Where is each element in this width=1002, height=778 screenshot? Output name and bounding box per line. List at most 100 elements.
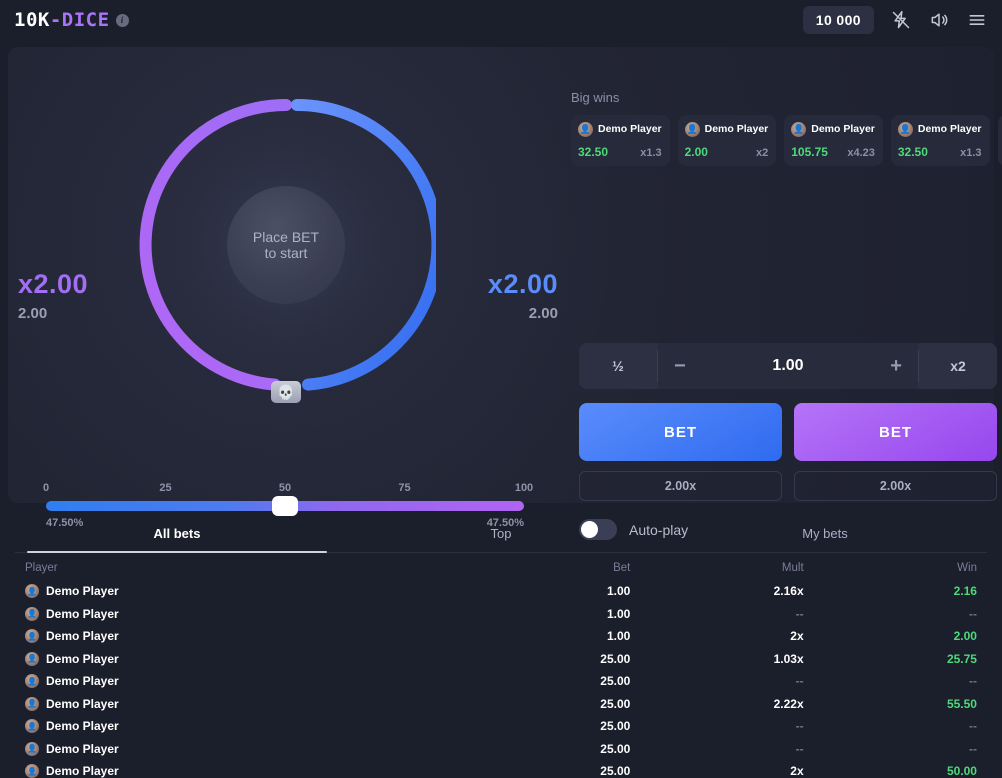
half-bet-button[interactable]: ½ (579, 343, 657, 389)
row-win-value: -- (968, 674, 977, 689)
slider-tick: 100 (514, 482, 534, 494)
big-win-card[interactable]: 👤 Demo Player 50.00 x2 (997, 115, 1002, 166)
decrease-bet-button[interactable]: − (674, 356, 686, 376)
row-win-value: -- (968, 741, 977, 756)
big-win-card[interactable]: 👤 Demo Player 32.50 x1.3 (571, 115, 670, 166)
row-bet-value: 1.00 (606, 606, 631, 621)
wheel-hub: Place BET to start (227, 186, 345, 304)
row-win-value: 2.00 (953, 629, 977, 644)
bet-buttons-row: BET BET (579, 403, 997, 461)
bet-right-button[interactable]: BET (794, 403, 997, 461)
tab-top[interactable]: Top (339, 518, 663, 552)
left-multiplier-group: x2.00 2.00 (18, 269, 128, 322)
big-win-card[interactable]: 👤 Demo Player 2.00 x2 (677, 115, 777, 166)
table-row[interactable]: 👤 Demo Player 1.00 -- -- (15, 603, 987, 626)
big-win-footer: 32.50 x1.3 (578, 145, 662, 159)
row-player-name: Demo Player (46, 741, 119, 756)
row-player-cell: 👤 Demo Player (25, 741, 465, 756)
row-player-cell: 👤 Demo Player (25, 696, 465, 711)
slider-tick: 75 (398, 482, 411, 494)
big-wins-list: 👤 Demo Player 32.50 x1.3 👤 Demo Player 2… (571, 115, 1002, 166)
table-row[interactable]: 👤 Demo Player 25.00 2x 50.00 (15, 760, 987, 778)
big-win-mult: x4.23 (847, 147, 875, 159)
left-payout-multiplier[interactable]: 2.00x (579, 471, 782, 501)
slider-tick: 25 (159, 482, 172, 494)
chance-slider-track[interactable] (46, 496, 524, 516)
big-wins-section: Big wins 👤 Demo Player 32.50 x1.3 👤 Demo… (571, 90, 1002, 166)
lightning-slash-icon[interactable] (890, 9, 912, 31)
row-player-cell: 👤 Demo Player (25, 651, 465, 666)
avatar: 👤 (25, 584, 39, 599)
big-win-player: Demo Player (598, 122, 662, 135)
table-row[interactable]: 👤 Demo Player 1.00 2x 2.00 (15, 625, 987, 648)
game-app: 10K-DICE i 10 000 Place BET to start 💀 x… (0, 0, 1002, 778)
slider-tick: 0 (42, 482, 50, 494)
logo-separator: - (49, 9, 62, 31)
balance-display: 10 000 (802, 6, 874, 34)
big-win-amount: 2.00 (684, 145, 708, 159)
big-win-card[interactable]: 👤 Demo Player 105.75 x4.23 (784, 115, 883, 166)
app-header: 10K-DICE i 10 000 (0, 0, 1002, 40)
big-win-footer: 32.50 x1.3 (898, 145, 982, 159)
avatar: 👤 (25, 606, 39, 621)
big-win-mult: x2 (756, 147, 769, 159)
column-header-win: Win (957, 562, 977, 574)
table-row[interactable]: 👤 Demo Player 25.00 2.22x 55.50 (15, 693, 987, 716)
row-bet-value: 1.00 (606, 629, 631, 644)
row-mult-value: 2.22x (773, 696, 804, 711)
hamburger-menu-icon[interactable] (966, 9, 988, 31)
row-player-name: Demo Player (46, 606, 119, 621)
big-win-card[interactable]: 👤 Demo Player 32.50 x1.3 (890, 115, 990, 166)
chance-slider-thumb[interactable] (272, 496, 298, 516)
row-win-value: 55.50 (946, 696, 977, 711)
increase-bet-button[interactable]: + (890, 356, 902, 376)
table-row[interactable]: 👤 Demo Player 1.00 2.16x 2.16 (15, 580, 987, 603)
bet-left-button[interactable]: BET (579, 403, 782, 461)
row-player-name: Demo Player (46, 629, 119, 644)
table-row[interactable]: 👤 Demo Player 25.00 -- -- (15, 670, 987, 693)
row-player-cell: 👤 Demo Player (25, 629, 465, 644)
big-win-header: 👤 Demo Player (897, 122, 982, 137)
row-player-name: Demo Player (46, 696, 119, 711)
row-win-value: 2.16 (953, 584, 977, 599)
row-mult-value: 2.16x (773, 584, 804, 599)
row-player-cell: 👤 Demo Player (25, 674, 465, 689)
row-bet-value: 25.00 (600, 764, 631, 778)
right-payout-multiplier[interactable]: 2.00x (794, 471, 997, 501)
sound-on-icon[interactable] (928, 9, 950, 31)
row-win-value: 25.75 (946, 651, 977, 666)
slider-tick: 50 (278, 482, 292, 494)
avatar: 👤 (25, 696, 39, 711)
tab-my-bets[interactable]: My bets (663, 518, 987, 552)
big-win-amount: 32.50 (578, 145, 609, 159)
bet-amount-stepper: ½ − 1.00 + x2 (579, 343, 997, 389)
bet-wheel[interactable]: Place BET to start 💀 (136, 95, 436, 403)
app-logo[interactable]: 10K-DICE i (14, 9, 129, 31)
bet-amount-field[interactable]: − 1.00 + (658, 343, 918, 389)
row-mult-value: 2x (790, 629, 804, 644)
hub-text: Place BET to start (253, 229, 319, 261)
avatar: 👤 (791, 122, 807, 137)
avatar: 👤 (25, 764, 39, 778)
row-player-name: Demo Player (46, 764, 119, 778)
big-wins-title: Big wins (571, 90, 620, 105)
row-bet-value: 1.00 (606, 584, 631, 599)
row-player-name: Demo Player (46, 719, 119, 734)
table-body: 👤 Demo Player 1.00 2.16x 2.16 👤 Demo Player 1.0… (15, 580, 987, 778)
row-mult-value: -- (795, 674, 804, 689)
logo-primary: 10K (14, 9, 50, 31)
table-row[interactable]: 👤 Demo Player 25.00 -- -- (15, 715, 987, 738)
row-mult-value: 2x (790, 764, 804, 778)
table-row[interactable]: 👤 Demo Player 25.00 1.03x 25.75 (15, 648, 987, 671)
row-mult-value: -- (795, 741, 804, 756)
row-mult-value: 1.03x (773, 651, 804, 666)
avatar: 👤 (25, 651, 39, 666)
double-bet-button[interactable]: x2 (919, 343, 997, 389)
big-win-player: Demo Player (704, 122, 769, 135)
tab-all-bets[interactable]: All bets (15, 518, 339, 553)
info-icon[interactable]: i (115, 13, 129, 27)
logo-secondary: DICE (61, 9, 110, 31)
table-row[interactable]: 👤 Demo Player 25.00 -- -- (15, 738, 987, 761)
row-win-value: -- (968, 719, 977, 734)
multiplier-row: 2.00x 2.00x (579, 471, 997, 501)
